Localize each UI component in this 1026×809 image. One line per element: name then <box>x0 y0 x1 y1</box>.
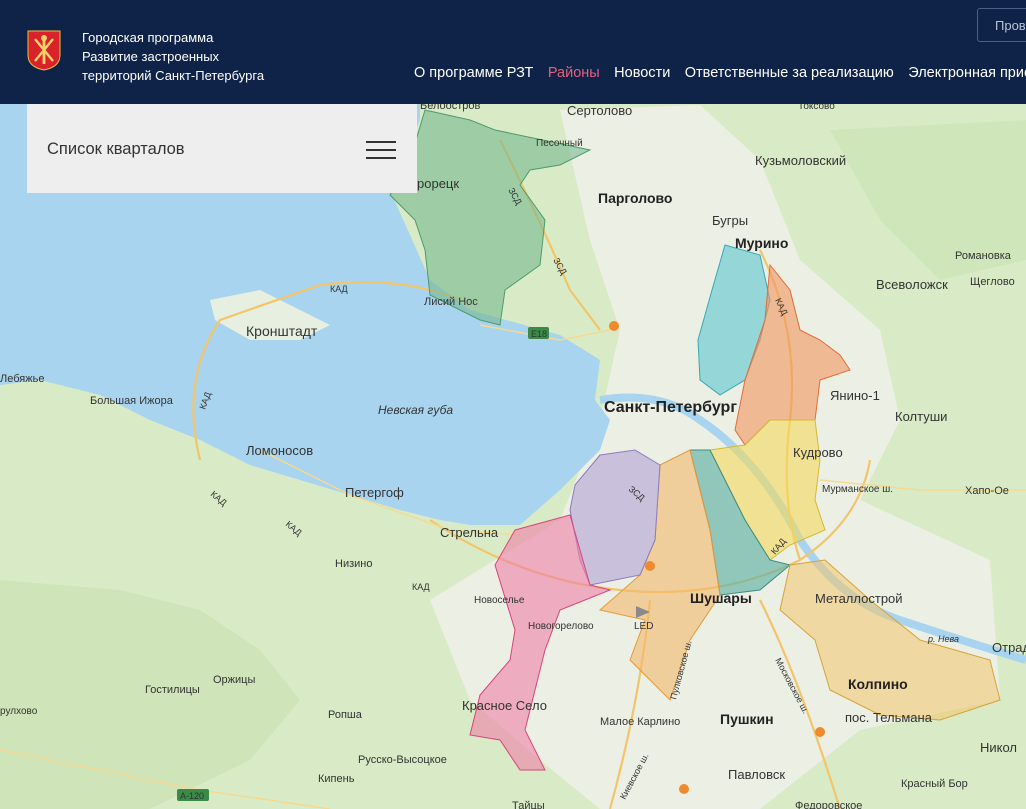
place-label: Песочный <box>536 138 583 149</box>
coat-of-arms-icon[interactable] <box>26 29 62 71</box>
hamburger-menu-icon[interactable] <box>366 141 398 159</box>
header-action-button[interactable]: Пров <box>977 8 1026 42</box>
place-label: Низино <box>335 558 372 570</box>
place-label: Токсово <box>798 104 835 112</box>
place-label: Красный Бор <box>901 778 968 790</box>
site-title[interactable]: Городская программа Развитие застроенных… <box>82 28 264 85</box>
metro-marker-icon <box>609 321 619 331</box>
place-label: Пушкин <box>720 711 774 727</box>
metro-marker-icon <box>815 727 825 737</box>
place-label: рулхово <box>0 706 38 717</box>
place-label: Отрад <box>992 640 1026 655</box>
nav-item-news[interactable]: Новости <box>614 65 670 81</box>
place-label: Сертолово <box>567 104 632 118</box>
place-label: Всеволожск <box>876 277 948 292</box>
place-label: Колпино <box>848 676 908 692</box>
map-view[interactable]: Белоостров Сертолово Песочный Токсово Ку… <box>0 104 1026 809</box>
site-title-line: Городская программа <box>82 30 214 45</box>
road-label: КАД <box>412 582 430 592</box>
place-label: Белоостров <box>420 104 481 112</box>
place-label: Металлострой <box>815 591 903 606</box>
quarters-list-panel: Список кварталов <box>27 104 417 193</box>
place-label: Павловск <box>728 767 785 782</box>
quarters-list-title[interactable]: Список кварталов <box>47 140 185 159</box>
place-label: Новоселье <box>474 595 525 606</box>
road-label: Е18 <box>531 329 547 339</box>
site-title-line: территорий Санкт-Петербурга <box>82 68 265 83</box>
place-label: Федоровское <box>795 800 862 809</box>
place-label: Бугры <box>712 213 748 228</box>
airport-label: LED <box>634 621 653 632</box>
place-label: Хапо-Ое <box>965 485 1009 497</box>
city-label: Санкт-Петербург <box>604 399 737 416</box>
place-label: Парголово <box>598 190 672 206</box>
place-label: Ропша <box>328 709 363 721</box>
place-label: Кипень <box>318 773 355 785</box>
place-label: Новогорелово <box>528 621 594 632</box>
site-header: Городская программа Развитие застроенных… <box>0 0 1026 104</box>
nav-item-districts[interactable]: Районы <box>548 65 600 81</box>
place-label: Русско-Высоцкое <box>358 754 447 766</box>
place-label: пос. Тельмана <box>845 710 933 725</box>
metro-marker-icon <box>679 784 689 794</box>
place-label: Щеглово <box>970 276 1015 288</box>
site-title-line: Развитие застроенных <box>82 49 220 64</box>
place-label: Стрельна <box>440 525 499 540</box>
place-label: Малое Карлино <box>600 716 680 728</box>
place-label: Оржицы <box>213 674 255 686</box>
place-label: Колтуши <box>895 409 947 424</box>
metro-marker-icon <box>645 561 655 571</box>
nav-item-reception[interactable]: Электронная прие <box>908 65 1026 81</box>
place-label: Кронштадт <box>246 323 318 339</box>
place-label: Никол <box>980 740 1017 755</box>
place-label: Тайцы <box>512 800 545 809</box>
place-label: Лебяжье <box>0 373 44 385</box>
road-label: А-120 <box>180 791 204 801</box>
place-label: Ломоносов <box>246 443 313 458</box>
place-label: Лисий Нос <box>424 296 478 308</box>
place-label: Гостилицы <box>145 684 200 696</box>
nav-item-responsible[interactable]: Ответственные за реализацию <box>685 65 894 81</box>
river-label: р. Нева <box>927 634 959 644</box>
place-label: Петергоф <box>345 485 404 500</box>
place-label: Мурино <box>735 235 788 251</box>
place-label: рорецк <box>417 176 459 191</box>
map-canvas[interactable]: Белоостров Сертолово Песочный Токсово Ку… <box>0 104 1026 809</box>
place-label: Шушары <box>690 590 752 606</box>
place-label: Мурманское ш. <box>822 484 893 495</box>
water-label: Невская губа <box>378 403 453 417</box>
road-label: КАД <box>330 284 348 294</box>
place-label: Романовка <box>955 250 1012 262</box>
place-label: Кудрово <box>793 445 843 460</box>
place-label: Красное Село <box>462 698 547 713</box>
place-label: Кузьмоловский <box>755 153 846 168</box>
place-label: Янино-1 <box>830 388 880 403</box>
nav-item-about[interactable]: О программе РЗТ <box>414 65 533 81</box>
main-nav: О программе РЗТ Районы Новости Ответстве… <box>414 64 1026 86</box>
place-label: Большая Ижора <box>90 395 174 407</box>
